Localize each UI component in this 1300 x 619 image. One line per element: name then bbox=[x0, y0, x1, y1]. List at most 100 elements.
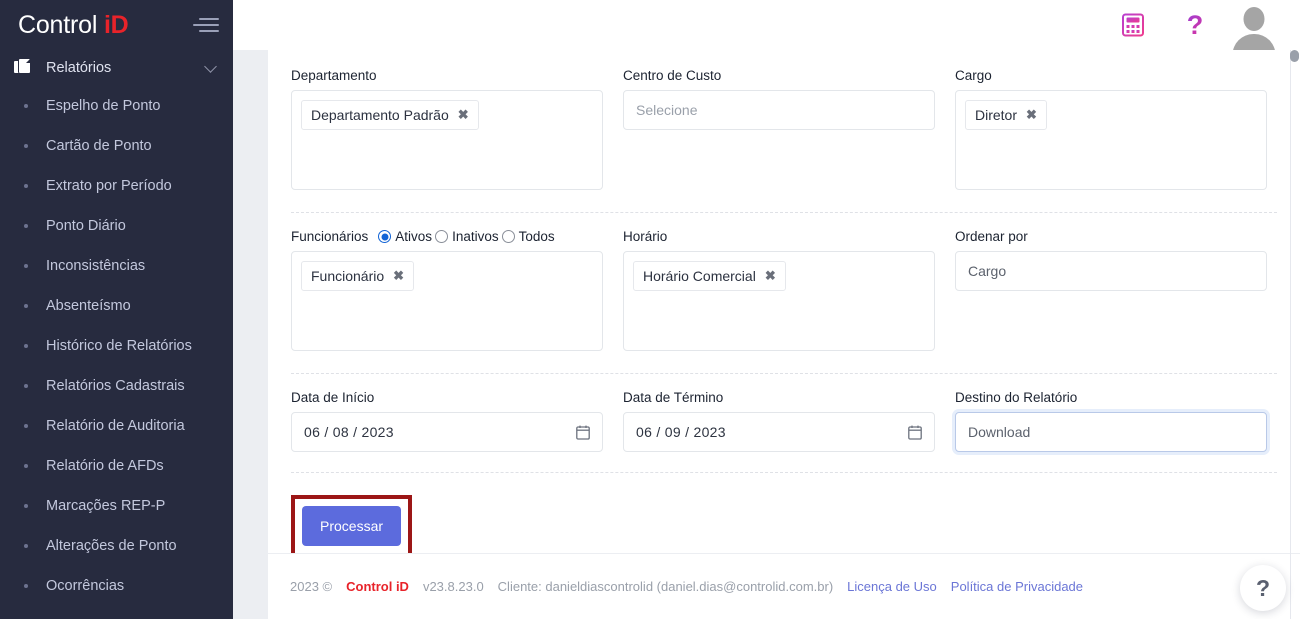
sidebar-item-label: Absenteísmo bbox=[46, 298, 131, 314]
chip-remove-icon[interactable]: ✖ bbox=[765, 268, 776, 284]
radio-option-todos[interactable]: Todos bbox=[501, 229, 555, 244]
footer-copyright: 2023 © bbox=[290, 579, 333, 594]
radio-option-ativos[interactable]: Ativos bbox=[378, 229, 432, 244]
data-termino-value: 06 / 09 / 2023 bbox=[636, 424, 726, 440]
processar-button[interactable]: Processar bbox=[302, 506, 402, 546]
sidebar-item-alteracoes-de-ponto[interactable]: Alterações de Ponto bbox=[0, 526, 233, 566]
field-data-inicio: Data de Início 06 / 08 / 2023 bbox=[291, 390, 613, 452]
departamento-label: Departamento bbox=[291, 68, 377, 83]
sidebar-item-extrato-por-periodo[interactable]: Extrato por Período bbox=[0, 166, 233, 206]
funcionarios-radio-group: Ativos Inativos Todos bbox=[378, 229, 557, 244]
sidebar-item-cartao-de-ponto[interactable]: Cartão de Ponto bbox=[0, 126, 233, 166]
destino-select[interactable]: Download bbox=[955, 412, 1267, 452]
page-scroll-area[interactable]: Departamento Departamento Padrão ✖ Centr… bbox=[233, 50, 1300, 619]
user-menu-button[interactable] bbox=[1226, 0, 1282, 50]
horario-multiselect[interactable]: Horário Comercial ✖ bbox=[623, 251, 935, 351]
sidebar-item-label: Relatório de Auditoria bbox=[46, 418, 185, 434]
sidebar-group-relatorios[interactable]: Relatórios bbox=[0, 50, 233, 86]
chip-diretor[interactable]: Diretor ✖ bbox=[965, 100, 1047, 130]
brand-logo[interactable]: Control iD bbox=[18, 11, 129, 40]
hamburger-line-1 bbox=[199, 18, 219, 20]
filter-row-3: Data de Início 06 / 08 / 2023 Data de Té… bbox=[291, 374, 1277, 473]
bullet-icon bbox=[24, 224, 28, 228]
hamburger-line-3 bbox=[199, 30, 219, 32]
sidebar-item-ocorrencias[interactable]: Ocorrências bbox=[0, 566, 233, 606]
field-data-termino: Data de Término 06 / 09 / 2023 bbox=[613, 390, 945, 452]
topbar: ? bbox=[233, 0, 1300, 50]
ordenar-por-label: Ordenar por bbox=[955, 229, 1028, 244]
chip-label: Funcionário bbox=[311, 268, 385, 284]
help-floating-button[interactable]: ? bbox=[1240, 565, 1286, 611]
sidebar-item-relatorio-de-afds[interactable]: Relatório de AFDs bbox=[0, 446, 233, 486]
bullet-icon bbox=[24, 304, 28, 308]
filter-row-2: Funcionários Ativos Inativos Todos Funci… bbox=[291, 213, 1277, 374]
sidebar-item-label: Espelho de Ponto bbox=[46, 98, 161, 114]
data-inicio-input[interactable]: 06 / 08 / 2023 bbox=[291, 412, 603, 452]
bullet-icon bbox=[24, 104, 28, 108]
sidebar: Control iD Relatórios Espelho de Ponto C… bbox=[0, 0, 233, 619]
sidebar-item-inconsistencias[interactable]: Inconsistências bbox=[0, 246, 233, 286]
chip-horario-comercial[interactable]: Horário Comercial ✖ bbox=[633, 261, 786, 291]
sidebar-item-label: Relatórios Cadastrais bbox=[46, 378, 185, 394]
footer: 2023 © Control iD v23.8.23.0 Cliente: da… bbox=[268, 553, 1300, 619]
centro-de-custo-label: Centro de Custo bbox=[623, 68, 722, 83]
radio-todos-label: Todos bbox=[518, 229, 555, 244]
field-destino-do-relatorio: Destino do Relatório Download bbox=[945, 390, 1277, 452]
radio-ativos-icon[interactable] bbox=[378, 230, 392, 243]
calendar-icon[interactable] bbox=[576, 425, 590, 440]
departamento-multiselect[interactable]: Departamento Padrão ✖ bbox=[291, 90, 603, 190]
chip-label: Diretor bbox=[975, 107, 1018, 123]
footer-brand[interactable]: Control iD bbox=[346, 579, 409, 594]
report-filters-card: Departamento Departamento Padrão ✖ Centr… bbox=[268, 50, 1300, 557]
chip-departamento-padrao[interactable]: Departamento Padrão ✖ bbox=[301, 100, 479, 130]
bullet-icon bbox=[24, 544, 28, 548]
footer-link-licenca[interactable]: Licença de Uso bbox=[847, 579, 937, 594]
sidebar-item-label: Inconsistências bbox=[46, 258, 146, 274]
sidebar-item-ponto-diario[interactable]: Ponto Diário bbox=[0, 206, 233, 246]
radio-ativos-label: Ativos bbox=[395, 229, 433, 244]
sidebar-item-label: Ocorrências bbox=[46, 578, 125, 594]
filter-row-1: Departamento Departamento Padrão ✖ Centr… bbox=[291, 50, 1277, 213]
field-cargo: Cargo Diretor ✖ bbox=[945, 68, 1277, 190]
chip-funcionario[interactable]: Funcionário ✖ bbox=[301, 261, 415, 291]
destino-label: Destino do Relatório bbox=[955, 390, 1078, 405]
sidebar-item-relatorios-cadastrais[interactable]: Relatórios Cadastrais bbox=[0, 366, 233, 406]
bullet-icon bbox=[24, 344, 28, 348]
sidebar-item-label: Extrato por Período bbox=[46, 178, 172, 194]
hamburger-menu-icon[interactable] bbox=[193, 15, 219, 35]
calculator-button[interactable] bbox=[1102, 0, 1164, 50]
calendar-icon[interactable] bbox=[908, 425, 922, 440]
cargo-label: Cargo bbox=[955, 68, 992, 83]
sidebar-item-marcacoes-rep-p[interactable]: Marcações REP-P bbox=[0, 486, 233, 526]
cargo-multiselect[interactable]: Diretor ✖ bbox=[955, 90, 1267, 190]
scrollbar-thumb[interactable] bbox=[1290, 50, 1299, 62]
chip-remove-icon[interactable]: ✖ bbox=[1026, 107, 1037, 123]
footer-link-privacidade[interactable]: Política de Privacidade bbox=[951, 579, 1083, 594]
sidebar-item-label: Histórico de Relatórios bbox=[46, 338, 192, 354]
brand-logo-part1: Control bbox=[18, 10, 104, 39]
funcionarios-multiselect[interactable]: Funcionário ✖ bbox=[291, 251, 603, 351]
field-departamento: Departamento Departamento Padrão ✖ bbox=[291, 68, 613, 190]
ordenar-por-select[interactable]: Cargo bbox=[955, 251, 1267, 291]
sidebar-item-espelho-de-ponto[interactable]: Espelho de Ponto bbox=[0, 86, 233, 126]
hamburger-line-2 bbox=[193, 24, 219, 26]
chip-remove-icon[interactable]: ✖ bbox=[393, 268, 404, 284]
sidebar-item-historico-de-relatorios[interactable]: Histórico de Relatórios bbox=[0, 326, 233, 366]
bullet-icon bbox=[24, 384, 28, 388]
radio-todos-icon[interactable] bbox=[501, 230, 515, 243]
brand-header: Control iD bbox=[0, 0, 233, 50]
help-button[interactable]: ? bbox=[1164, 0, 1226, 50]
funcionarios-label: Funcionários bbox=[291, 229, 369, 244]
vertical-scrollbar[interactable] bbox=[1290, 50, 1299, 619]
chip-remove-icon[interactable]: ✖ bbox=[458, 107, 469, 123]
sidebar-item-absenteismo[interactable]: Absenteísmo bbox=[0, 286, 233, 326]
bullet-icon bbox=[24, 424, 28, 428]
radio-inativos-icon[interactable] bbox=[435, 230, 449, 243]
annotation-highlight-box: Processar bbox=[291, 495, 413, 557]
app-root: Control iD Relatórios Espelho de Ponto C… bbox=[0, 0, 1300, 619]
sidebar-item-relatorio-de-auditoria[interactable]: Relatório de Auditoria bbox=[0, 406, 233, 446]
data-termino-input[interactable]: 06 / 09 / 2023 bbox=[623, 412, 935, 452]
bullet-icon bbox=[24, 264, 28, 268]
radio-option-inativos[interactable]: Inativos bbox=[435, 229, 499, 244]
centro-de-custo-input[interactable]: Selecione bbox=[623, 90, 935, 130]
